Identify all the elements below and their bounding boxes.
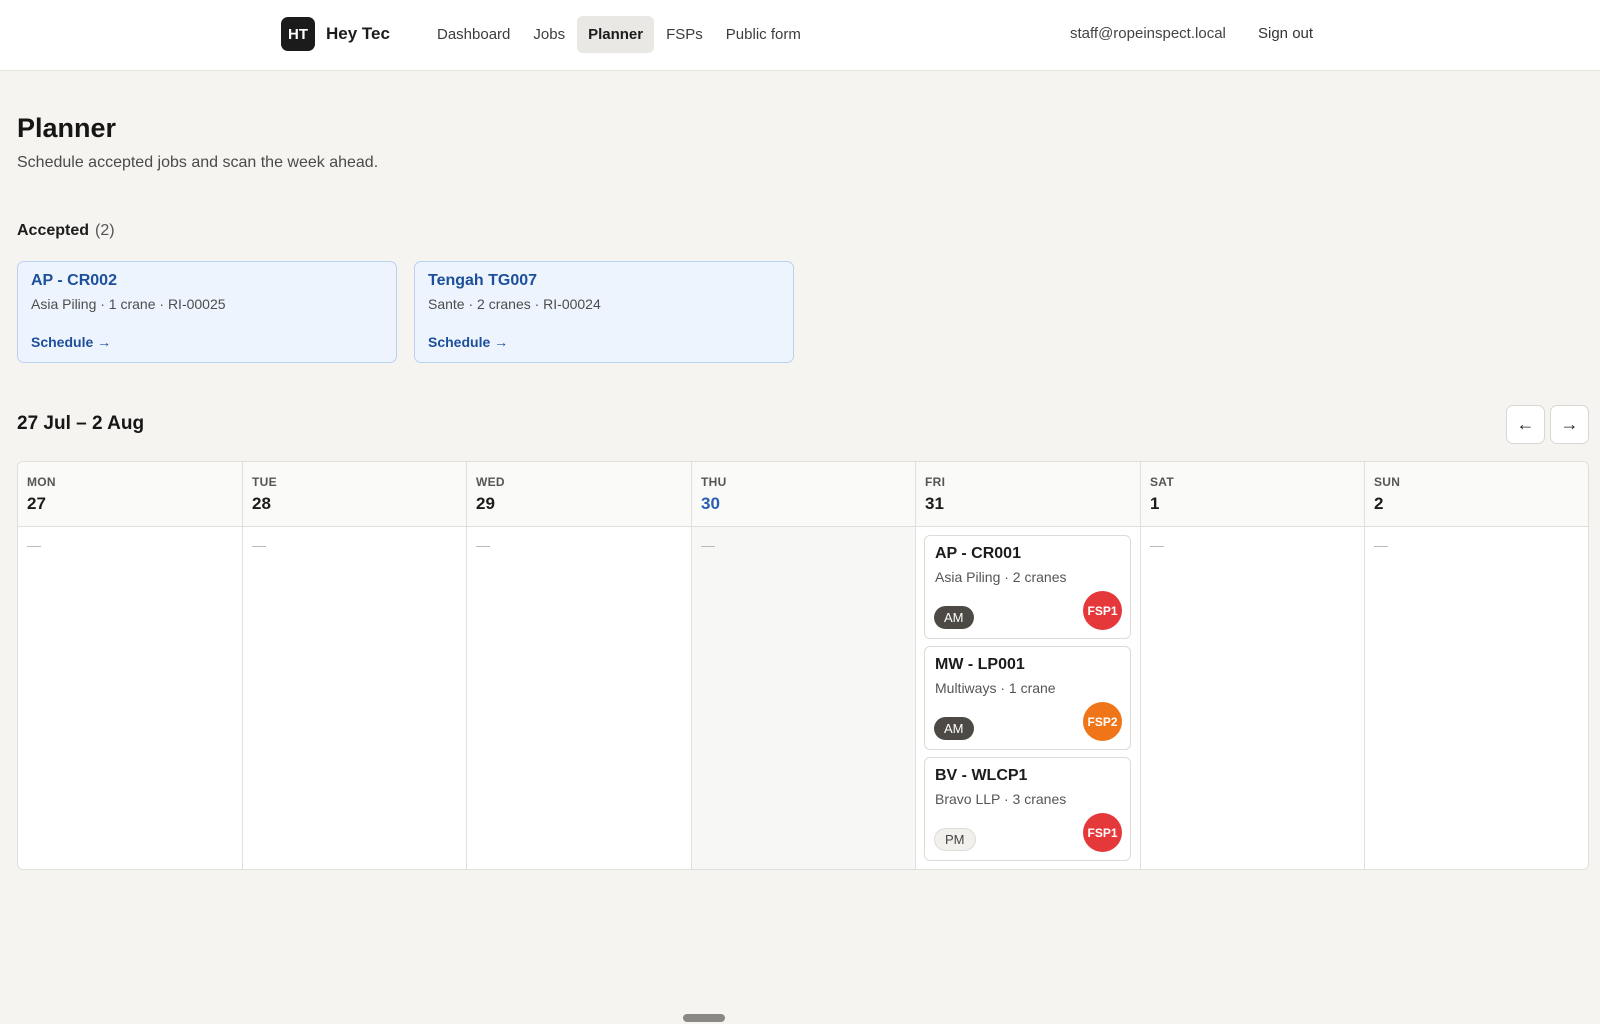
day-header: SAT 1 bbox=[1141, 462, 1364, 527]
day-name: SAT bbox=[1150, 475, 1175, 489]
empty-marker: — bbox=[476, 537, 490, 553]
user-email: staff@ropeinspect.local bbox=[1070, 25, 1226, 42]
schedule-link[interactable]: Schedule → bbox=[428, 334, 508, 350]
nav-public-form[interactable]: Public form bbox=[715, 16, 812, 53]
empty-marker: — bbox=[1150, 537, 1164, 553]
accepted-heading: Accepted (2) bbox=[17, 222, 115, 240]
day-number: 27 bbox=[27, 494, 46, 513]
prev-week-button[interactable]: ← bbox=[1506, 405, 1545, 444]
day-name: SUN bbox=[1374, 475, 1401, 489]
day-slot[interactable]: — bbox=[18, 527, 242, 869]
sign-out-button[interactable]: Sign out bbox=[1258, 25, 1313, 42]
job-meta: Asia Piling · 2 cranes bbox=[935, 569, 1067, 585]
day-number: 29 bbox=[476, 494, 495, 513]
scheduled-job-card[interactable]: AP - CR001 Asia Piling · 2 cranes AM FSP… bbox=[924, 535, 1131, 639]
day-name: MON bbox=[27, 475, 56, 489]
empty-marker: — bbox=[1374, 537, 1388, 553]
scheduled-job-card[interactable]: MW - LP001 Multiways · 1 crane AM FSP2 bbox=[924, 646, 1131, 750]
accepted-count: (2) bbox=[95, 222, 115, 239]
job-meta: Multiways · 1 crane bbox=[935, 680, 1056, 696]
accepted-job-meta: Asia Piling · 1 crane · RI-00025 bbox=[31, 296, 226, 312]
day-column-mon: MON 27 — bbox=[18, 462, 243, 869]
fsp-avatar[interactable]: FSP1 bbox=[1083, 813, 1122, 852]
brand[interactable]: HT Hey Tec bbox=[281, 17, 390, 51]
day-slot[interactable]: — bbox=[692, 527, 915, 869]
day-number: 2 bbox=[1374, 494, 1384, 513]
empty-marker: — bbox=[27, 537, 41, 553]
day-column-fri: FRI 31 AP - CR001 Asia Piling · 2 cranes… bbox=[916, 462, 1141, 869]
day-slot[interactable]: — bbox=[1141, 527, 1364, 869]
slot-badge: AM bbox=[934, 717, 974, 740]
schedule-link[interactable]: Schedule → bbox=[31, 334, 111, 350]
week-range: 27 Jul – 2 Aug bbox=[17, 413, 145, 434]
day-header: THU 30 bbox=[692, 462, 915, 527]
fsp-avatar[interactable]: FSP2 bbox=[1083, 702, 1122, 741]
day-header: SUN 2 bbox=[1365, 462, 1588, 527]
job-title: AP - CR001 bbox=[935, 545, 1021, 562]
top-nav-bar: HT Hey Tec Dashboard Jobs Planner FSPs P… bbox=[0, 0, 1600, 71]
nav-dashboard[interactable]: Dashboard bbox=[426, 16, 521, 53]
accepted-label: Accepted bbox=[17, 222, 90, 239]
brand-logo: HT bbox=[281, 17, 315, 51]
app-name: Hey Tec bbox=[326, 24, 390, 43]
job-title: MW - LP001 bbox=[935, 656, 1025, 673]
scheduled-job-card[interactable]: BV - WLCP1 Bravo LLP · 3 cranes PM FSP1 bbox=[924, 757, 1131, 861]
day-column-wed: WED 29 — bbox=[467, 462, 692, 869]
day-number: 28 bbox=[252, 494, 271, 513]
fsp-avatar[interactable]: FSP1 bbox=[1083, 591, 1122, 630]
day-name: FRI bbox=[925, 475, 946, 489]
day-name: THU bbox=[701, 475, 727, 489]
page-subtitle: Schedule accepted jobs and scan the week… bbox=[17, 154, 379, 171]
accepted-job-meta: Sante · 2 cranes · RI-00024 bbox=[428, 296, 601, 312]
main-nav: Dashboard Jobs Planner FSPs Public form bbox=[426, 16, 813, 53]
day-column-sun: SUN 2 — bbox=[1365, 462, 1588, 869]
day-column-sat: SAT 1 — bbox=[1141, 462, 1365, 869]
accepted-job-title: AP - CR002 bbox=[31, 272, 117, 289]
arrow-right-icon: → bbox=[1560, 414, 1579, 434]
arrow-left-icon: ← bbox=[1516, 414, 1535, 434]
day-slot[interactable]: — bbox=[1365, 527, 1588, 869]
page-title: Planner bbox=[17, 113, 117, 143]
empty-marker: — bbox=[252, 537, 266, 553]
nav-jobs[interactable]: Jobs bbox=[522, 16, 576, 53]
slot-badge: AM bbox=[934, 606, 974, 629]
week-calendar: MON 27 — TUE 28 — WED 29 — THU 30 — FRI … bbox=[17, 461, 1589, 870]
day-number-today: 30 bbox=[701, 494, 720, 513]
accepted-job-title: Tengah TG007 bbox=[428, 272, 538, 289]
day-name: WED bbox=[476, 475, 505, 489]
empty-marker: — bbox=[701, 537, 715, 553]
accepted-job-card: Tengah TG007 Sante · 2 cranes · RI-00024… bbox=[414, 261, 794, 363]
nav-planner[interactable]: Planner bbox=[577, 16, 655, 53]
day-header: WED 29 bbox=[467, 462, 691, 527]
day-slot[interactable]: AP - CR001 Asia Piling · 2 cranes AM FSP… bbox=[916, 527, 1140, 869]
job-title: BV - WLCP1 bbox=[935, 767, 1028, 784]
day-column-tue: TUE 28 — bbox=[243, 462, 467, 869]
day-header: TUE 28 bbox=[243, 462, 466, 527]
day-column-thu: THU 30 — bbox=[692, 462, 916, 869]
day-header: MON 27 bbox=[18, 462, 242, 527]
slot-badge: PM bbox=[934, 828, 976, 851]
accepted-job-card: AP - CR002 Asia Piling · 1 crane · RI-00… bbox=[17, 261, 397, 363]
day-header: FRI 31 bbox=[916, 462, 1140, 527]
nav-fsps[interactable]: FSPs bbox=[655, 16, 714, 53]
day-name: TUE bbox=[252, 475, 277, 489]
scroll-handle[interactable] bbox=[683, 1014, 725, 1022]
day-slot[interactable]: — bbox=[243, 527, 466, 869]
job-meta: Bravo LLP · 3 cranes bbox=[935, 791, 1067, 807]
day-number: 1 bbox=[1150, 494, 1160, 513]
day-number: 31 bbox=[925, 494, 944, 513]
next-week-button[interactable]: → bbox=[1550, 405, 1589, 444]
day-slot[interactable]: — bbox=[467, 527, 691, 869]
